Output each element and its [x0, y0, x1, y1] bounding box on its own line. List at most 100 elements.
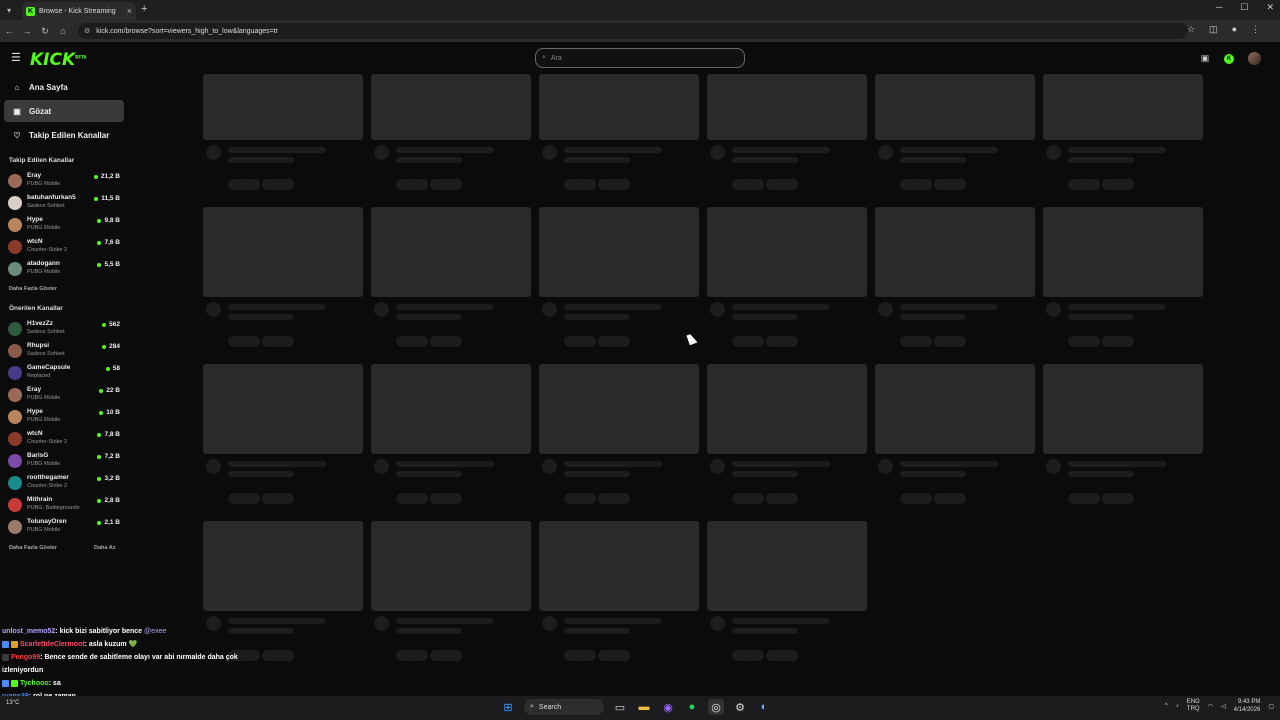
gift-icon[interactable]: ▣ [1200, 53, 1210, 64]
chrome-icon[interactable]: ◎ [708, 699, 724, 715]
tag-placeholder [900, 493, 932, 504]
chat-user: Pengo99 [11, 654, 41, 661]
notification-icon[interactable]: ▢ [1268, 703, 1274, 710]
stream-card-skeleton[interactable] [539, 207, 699, 347]
language-indicator[interactable]: ENG TRQ [1187, 699, 1200, 713]
profile-icon[interactable]: ● [1232, 24, 1237, 35]
clock[interactable]: 9:43 PM 4/14/2026 [1234, 698, 1261, 714]
stream-card-skeleton[interactable] [371, 521, 531, 661]
sidebar-item-browse[interactable]: ▣ Gözat [4, 100, 124, 122]
close-tab-icon[interactable]: × [127, 6, 132, 16]
channel-item[interactable]: Eray PUBG Mobile 22 B [8, 385, 120, 407]
user-avatar[interactable] [1248, 52, 1261, 65]
new-tab-button[interactable]: + [141, 3, 147, 15]
channel-item[interactable]: H1vezZz Sadece Sohbet 562 [8, 319, 120, 341]
wifi-icon[interactable]: ◠ [1208, 703, 1213, 710]
sidebar-item-following[interactable]: ♡ Takip Edilen Kanallar [4, 124, 124, 146]
channel-item[interactable]: batuhanfurkan5 Sadece Sohbet 11,5 B [8, 193, 120, 215]
avatar-placeholder [206, 302, 221, 317]
stream-card-skeleton[interactable] [203, 521, 363, 661]
maximize-button[interactable]: ☐ [1240, 2, 1248, 13]
settings-gear-icon[interactable]: ⚙ [732, 699, 748, 715]
viewer-count-value: 2,1 B [104, 519, 120, 526]
channel-item[interactable]: Hype PUBG Mobile 10 B [8, 407, 120, 429]
sidebar-item-home[interactable]: ⌂ Ana Sayfa [4, 76, 124, 98]
viewer-count: 22 B [99, 387, 120, 394]
stream-card-skeleton[interactable] [875, 74, 1035, 190]
channel-item[interactable]: wtcN Counter-Strike 2 7,8 B [8, 429, 120, 451]
stream-card-skeleton[interactable] [539, 521, 699, 661]
stream-card-skeleton[interactable] [371, 207, 531, 347]
extensions-icon[interactable]: ◫ [1209, 24, 1218, 35]
reload-icon[interactable]: ↻ [36, 26, 54, 37]
stream-card-skeleton[interactable] [371, 364, 531, 504]
thumbnail-placeholder [203, 74, 363, 140]
close-window-button[interactable]: ✕ [1266, 2, 1274, 13]
stream-card-skeleton[interactable] [1043, 364, 1203, 504]
stream-card-skeleton[interactable] [875, 207, 1035, 347]
taskbar-search[interactable]: ⌕ Search [524, 699, 604, 715]
search-input[interactable]: ⌕ Ara [535, 48, 745, 68]
title-placeholder [396, 304, 494, 310]
channel-item[interactable]: Mithrain PUBG: Battlegrounds 2,8 B [8, 495, 120, 517]
tab-search-icon[interactable]: ▾ [0, 0, 18, 20]
stream-card-skeleton[interactable] [203, 364, 363, 504]
stream-card-skeleton[interactable] [707, 74, 867, 190]
channel-item[interactable]: GameCapsule Replaced 58 [8, 363, 120, 385]
stream-card-skeleton[interactable] [539, 364, 699, 504]
channel-item[interactable]: rootthegamer Counter-Strike 2 3,2 B [8, 473, 120, 495]
stream-card-skeleton[interactable] [1043, 207, 1203, 347]
steam-icon[interactable]: ◐ [756, 699, 772, 715]
stream-card-skeleton[interactable] [707, 364, 867, 504]
file-explorer-icon[interactable]: ▬ [636, 699, 652, 715]
channel-category: PUBG Mobile [27, 269, 61, 275]
menu-dots-icon[interactable]: ⋮ [1251, 24, 1260, 35]
back-icon[interactable]: ← [0, 26, 18, 36]
stream-card-skeleton[interactable] [539, 74, 699, 190]
recommended-show-more[interactable]: Daha Fazla Göster [9, 545, 57, 551]
viewer-count-value: 284 [109, 343, 120, 350]
channel-item[interactable]: TolunayOren PUBG Mobile 2,1 B [8, 517, 120, 539]
stream-card-skeleton[interactable] [371, 74, 531, 190]
home-browser-icon[interactable]: ⌂ [54, 26, 72, 36]
channel-item[interactable]: Eray PUBG Mobile 21,2 B [8, 171, 120, 193]
kick-logo[interactable]: KICKBETA [30, 50, 86, 70]
url-field[interactable]: ⚙ kick.com/browse?sort=viewers_high_to_l… [78, 23, 1188, 39]
stream-card-skeleton[interactable] [1043, 74, 1203, 190]
discord-icon[interactable]: ◉ [660, 699, 676, 715]
recommended-show-less[interactable]: Daha Az [94, 545, 116, 551]
tray-chevron-icon[interactable]: ^ [1165, 703, 1168, 709]
viewer-count: 11,5 B [94, 195, 120, 202]
stream-card-skeleton[interactable] [203, 74, 363, 190]
chat-message: izleniyordun [2, 667, 44, 674]
spotify-icon[interactable]: ● [684, 699, 700, 715]
channel-item[interactable]: wtcN Counter-Strike 2 7,6 B [8, 237, 120, 259]
channel-avatar [8, 476, 22, 490]
channel-item[interactable]: Rhupsi Sadece Sohbet 284 [8, 341, 120, 363]
task-view-icon[interactable]: ▭ [612, 699, 628, 715]
hamburger-menu-icon[interactable]: ☰ [11, 51, 21, 64]
weather-widget[interactable]: 13°C [6, 699, 19, 707]
channel-item[interactable]: atadogann PUBG Mobile 5,5 B [8, 259, 120, 281]
browser-tab[interactable]: K Browse - Kick Streaming × [22, 2, 136, 20]
minimize-button[interactable]: ─ [1216, 2, 1222, 13]
stream-card-skeleton[interactable] [203, 207, 363, 347]
channel-item[interactable]: BarisG PUBG Mobile 7,2 B [8, 451, 120, 473]
kick-coin-icon[interactable]: K [1224, 53, 1234, 64]
microphone-icon[interactable]: ♪ [1176, 703, 1179, 709]
stream-card-skeleton[interactable] [707, 521, 867, 661]
stream-card-skeleton[interactable] [707, 207, 867, 347]
browse-icon: ▣ [13, 106, 21, 116]
forward-icon[interactable]: → [18, 26, 36, 36]
site-info-icon[interactable]: ⚙ [84, 27, 90, 35]
windows-start-icon[interactable]: ⊞ [500, 699, 516, 715]
channel-item[interactable]: Hype PUBG Mobile 9,8 B [8, 215, 120, 237]
bookmark-star-icon[interactable]: ☆ [1187, 24, 1195, 35]
volume-icon[interactable]: ◁ [1221, 703, 1226, 710]
avatar-placeholder [878, 145, 893, 160]
tag-placeholder [564, 493, 596, 504]
tag-placeholder [396, 336, 428, 347]
followed-show-more[interactable]: Daha Fazla Göster [9, 286, 57, 292]
title-placeholder [564, 304, 662, 310]
stream-card-skeleton[interactable] [875, 364, 1035, 504]
